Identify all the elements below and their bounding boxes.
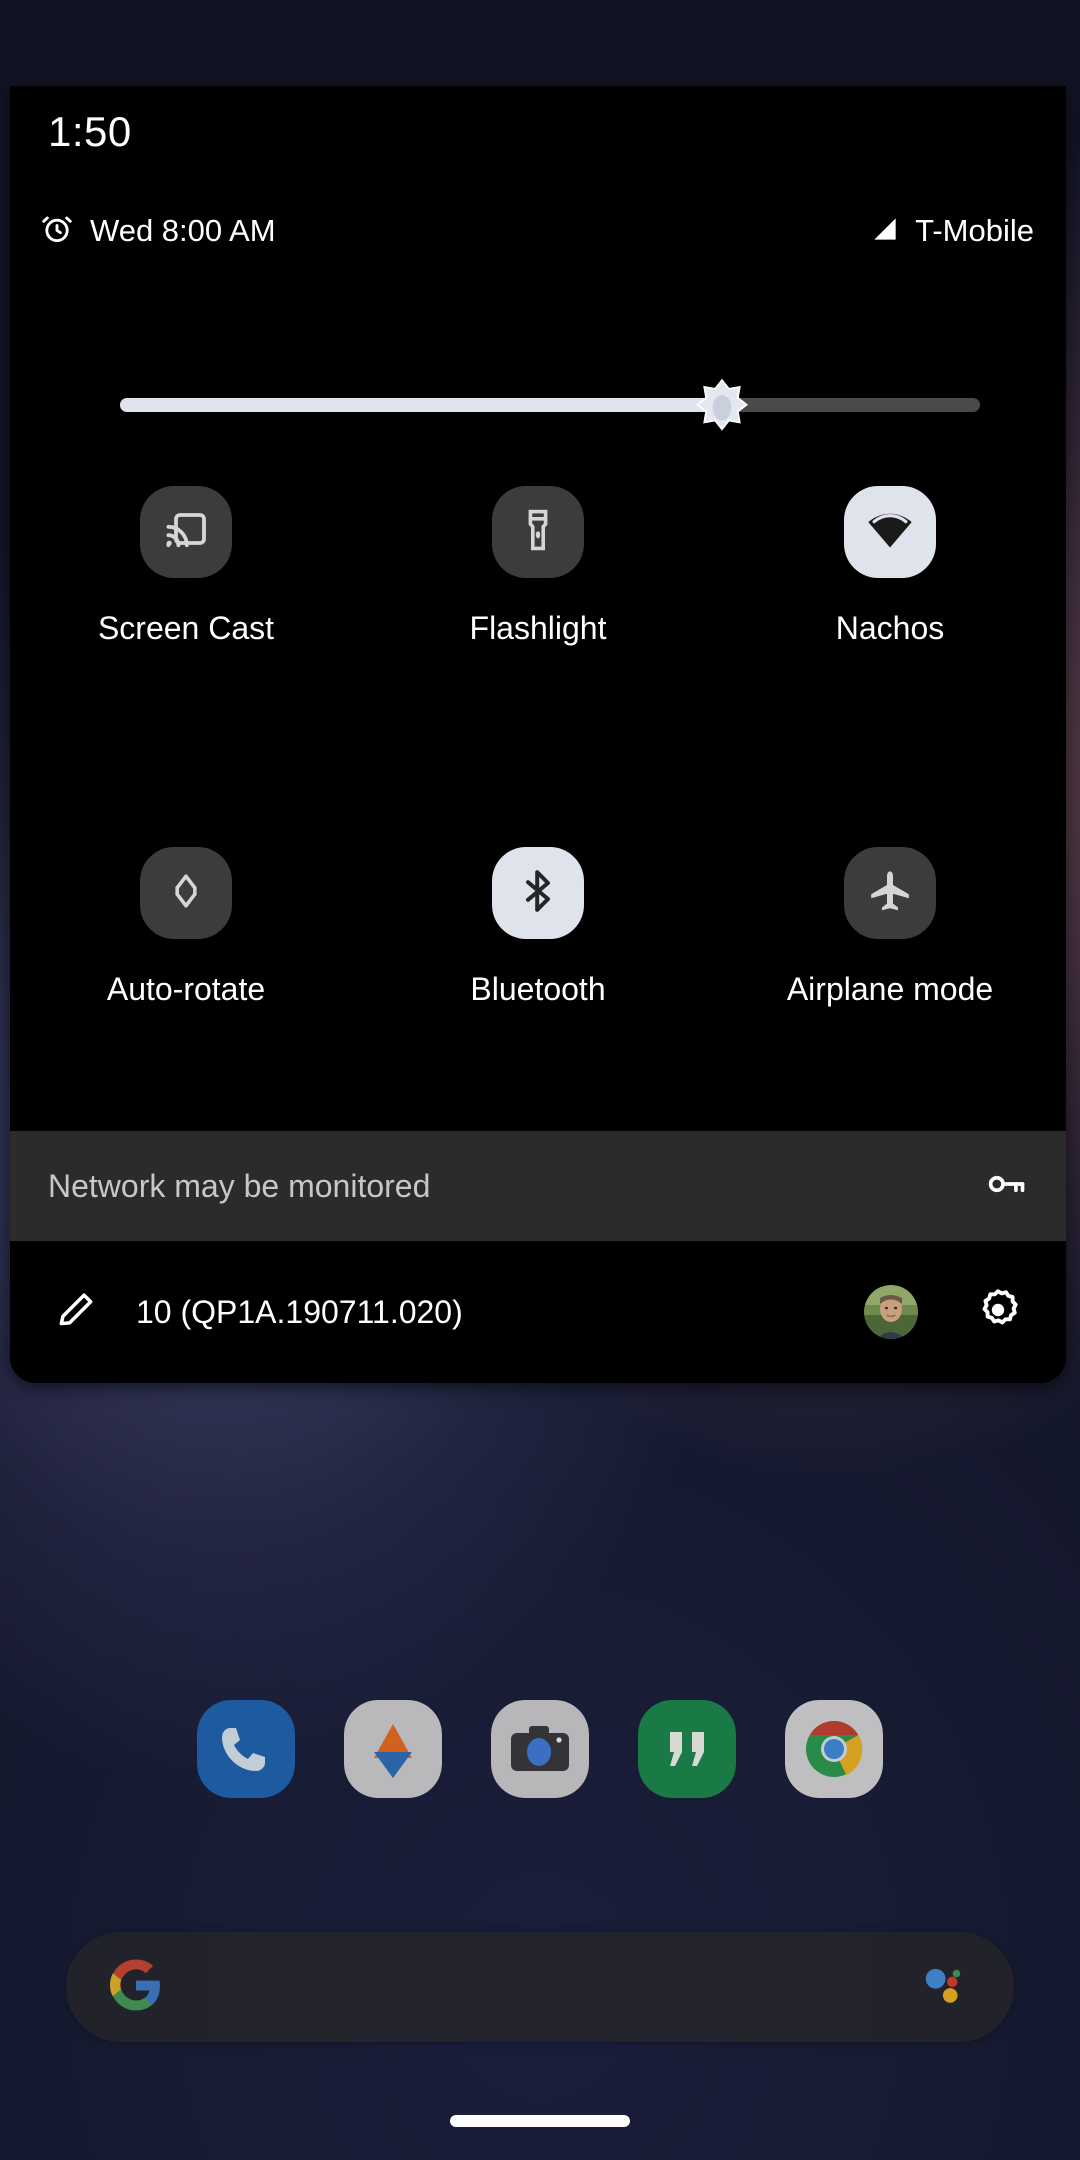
- auto-rotate-icon: [162, 867, 210, 920]
- tile-bluetooth[interactable]: Bluetooth: [362, 847, 714, 1008]
- hangouts-app-icon[interactable]: [638, 1700, 736, 1798]
- vpn-key-icon: [984, 1162, 1028, 1211]
- tile-flashlight[interactable]: Flashlight: [362, 486, 714, 647]
- cell-signal-icon: [869, 213, 901, 250]
- camera-app-icon[interactable]: [491, 1700, 589, 1798]
- flashlight-icon: [514, 506, 562, 559]
- tile-icon-container: [492, 847, 584, 939]
- alarm-status[interactable]: Wed 8:00 AM: [40, 196, 276, 266]
- tile-label: Flashlight: [469, 610, 607, 646]
- wifi-icon: [865, 505, 915, 560]
- alarm-time-label: Wed 8:00 AM: [90, 213, 276, 248]
- carrier-status[interactable]: T-Mobile: [869, 196, 1034, 266]
- tile-airplane-mode[interactable]: Airplane mode: [714, 847, 1066, 1008]
- drive-app-icon[interactable]: [344, 1700, 442, 1798]
- quick-settings-tiles: Screen Cast Flashlight Nachos Auto-rotat…: [10, 486, 1066, 1008]
- google-assistant-icon[interactable]: [920, 1960, 970, 2015]
- tile-row-2: Auto-rotate Bluetooth Airplane mode: [10, 847, 1066, 1008]
- gear-icon[interactable]: [974, 1286, 1022, 1339]
- tile-icon-container: [140, 847, 232, 939]
- tile-icon-container: [140, 486, 232, 578]
- google-search-bar[interactable]: [66, 1932, 1014, 2042]
- tile-label: Nachos: [835, 610, 945, 646]
- tile-label: Bluetooth: [470, 971, 606, 1007]
- brightness-slider[interactable]: [120, 378, 980, 431]
- carrier-label: T-Mobile: [915, 213, 1034, 248]
- qs-footer: 10 (QP1A.190711.020): [10, 1241, 1066, 1383]
- status-bar-clock: 1:50: [48, 108, 132, 155]
- tile-label: Airplane mode: [786, 971, 994, 1007]
- gesture-nav-pill[interactable]: [450, 2115, 630, 2127]
- tile-auto-rotate[interactable]: Auto-rotate: [10, 847, 362, 1008]
- qs-header: Wed 8:00 AM T-Mobile: [10, 196, 1066, 266]
- alarm-clock-icon: [40, 212, 74, 251]
- google-g-icon: [110, 1959, 162, 2016]
- airplane-icon: [866, 867, 914, 920]
- network-monitored-banner[interactable]: Network may be monitored: [10, 1131, 1066, 1241]
- quick-settings-panel: 1:50 Wed 8:00 AM T-Mobile Screen Cast Fl…: [10, 86, 1066, 1383]
- tile-icon-container: [492, 486, 584, 578]
- search-input[interactable]: [162, 1932, 920, 2042]
- bluetooth-icon: [514, 867, 562, 920]
- app-dock: [0, 1700, 1080, 1798]
- user-avatar[interactable]: [864, 1285, 918, 1339]
- tile-label: Screen Cast: [97, 610, 275, 646]
- network-monitored-label: Network may be monitored: [48, 1167, 431, 1204]
- screen-cast-icon: [162, 506, 210, 559]
- tile-row-1: Screen Cast Flashlight Nachos: [10, 486, 1066, 647]
- build-number-label: 10 (QP1A.190711.020): [136, 1293, 463, 1330]
- tile-wifi[interactable]: Nachos: [714, 486, 1066, 647]
- brightness-fill: [120, 398, 722, 412]
- tile-icon-container: [844, 486, 936, 578]
- tile-screen-cast[interactable]: Screen Cast: [10, 486, 362, 647]
- chrome-app-icon[interactable]: [785, 1700, 883, 1798]
- pencil-edit-icon[interactable]: [54, 1288, 98, 1337]
- brightness-sun-icon[interactable]: [691, 374, 753, 436]
- tile-label: Auto-rotate: [106, 971, 266, 1007]
- phone-app-icon[interactable]: [197, 1700, 295, 1798]
- tile-icon-container: [844, 847, 936, 939]
